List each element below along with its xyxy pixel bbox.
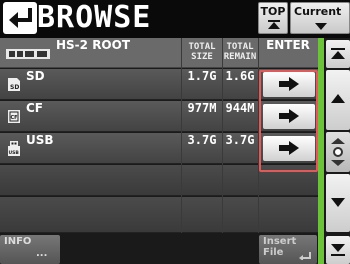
info-more-indicator: ... [36, 248, 48, 259]
cf-card-icon: CF [8, 110, 20, 123]
column-divider [258, 38, 259, 238]
current-button-label: Current [294, 5, 342, 18]
media-name: USB [26, 133, 54, 147]
root-label: HS-2 ROOT [56, 38, 131, 52]
chevron-down-icon [331, 198, 345, 207]
root-folder-header: HS-2 ROOT [0, 38, 180, 68]
top-button-label: TOP [260, 5, 286, 18]
total-remain-header: TOTAL REMAIN [223, 42, 257, 62]
current-button[interactable]: Current [290, 2, 350, 34]
chevron-down-icon [315, 23, 327, 30]
empty-row [0, 197, 318, 233]
scroll-to-bottom-button[interactable] [326, 236, 350, 264]
scroll-thumb[interactable] [326, 132, 350, 172]
insert-file-button[interactable]: Insert File [259, 235, 317, 264]
svg-text:USB: USB [9, 150, 20, 156]
enter-header: ENTER [266, 38, 310, 52]
right-arrow-icon [279, 77, 299, 91]
sd-card-icon: SD [8, 78, 20, 91]
media-row-sd[interactable]: SD SD 1.7G 1.6G [0, 69, 318, 100]
page-title: BROWSE [37, 0, 152, 35]
media-name: SD [26, 69, 45, 83]
scroll-bottom-icon [331, 244, 345, 256]
total-size-header: TOTAL SIZE [188, 42, 216, 62]
enter-button-sd[interactable] [263, 72, 315, 97]
scroll-up-button[interactable] [326, 70, 350, 130]
device-icon [6, 49, 50, 59]
return-arrow-icon [9, 8, 32, 28]
total-remain-value: 944M [225, 101, 255, 115]
right-arrow-icon [279, 141, 299, 155]
svg-text:SD: SD [10, 84, 19, 91]
info-button[interactable]: INFO ... [0, 235, 60, 264]
insert-arrow-icon [299, 252, 311, 260]
chevron-up-icon [331, 94, 345, 103]
back-button[interactable] [3, 2, 37, 34]
title-bar: BROWSE TOP Current [0, 0, 350, 38]
list-header: HS-2 ROOT TOTAL SIZE TOTAL REMAIN ENTER [0, 38, 318, 68]
column-divider [222, 38, 223, 238]
column-divider [181, 38, 182, 238]
info-label: INFO [4, 236, 32, 247]
up-to-top-icon [268, 20, 280, 29]
right-arrow-icon [279, 109, 299, 123]
scroll-top-icon [331, 48, 345, 59]
media-name: CF [26, 101, 44, 115]
empty-row [0, 165, 318, 196]
svg-text:CF: CF [11, 115, 18, 121]
total-remain-value: 1.6G [225, 69, 255, 83]
enter-button-cf[interactable] [263, 104, 315, 129]
media-row-usb[interactable]: USB USB 3.7G 3.7G [0, 133, 318, 164]
top-button[interactable]: TOP [258, 2, 288, 34]
total-size-value: 3.7G [187, 133, 217, 147]
total-remain-value: 3.7G [225, 133, 255, 147]
scroll-thumb-icon [331, 138, 345, 166]
total-size-value: 1.7G [187, 69, 217, 83]
media-row-cf[interactable]: CF CF 977M 944M [0, 101, 318, 132]
enter-button-usb[interactable] [263, 136, 315, 161]
scroll-to-top-button[interactable] [326, 40, 350, 68]
scroll-down-button[interactable] [326, 174, 350, 232]
usb-icon: USB [8, 141, 20, 156]
total-size-value: 977M [187, 101, 217, 115]
